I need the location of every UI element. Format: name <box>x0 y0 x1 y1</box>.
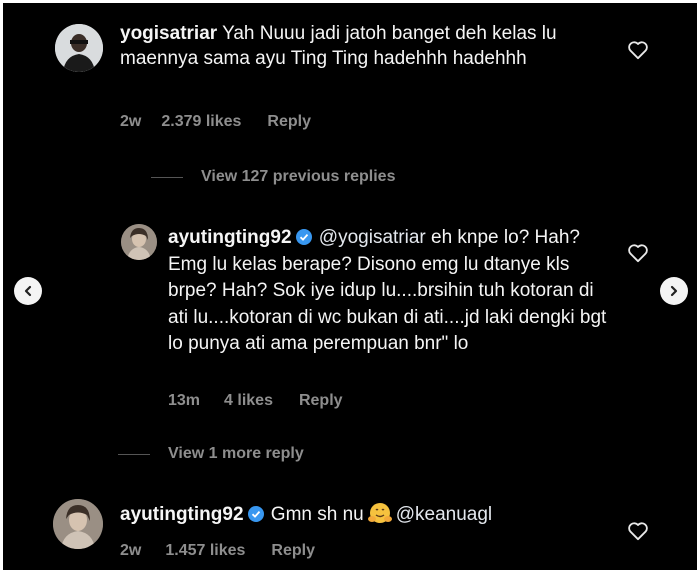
verified-badge-icon <box>295 229 312 245</box>
previous-slide-button[interactable] <box>14 277 42 305</box>
avatar[interactable] <box>55 24 103 72</box>
comment-meta: 13m 4 likes Reply <box>168 392 343 410</box>
comment-body: yogisatriar Yah Nuuu jadi jatoh banget d… <box>120 21 610 71</box>
reply-button[interactable]: Reply <box>267 113 311 131</box>
hugging-face-emoji-icon <box>367 503 392 523</box>
mention-link[interactable]: @keanuagl <box>396 504 492 525</box>
comment-body: ayutingting92 @yogisatriar eh knpe lo? H… <box>168 225 608 358</box>
reply-button[interactable]: Reply <box>271 542 315 560</box>
chevron-right-icon <box>670 285 678 297</box>
heart-icon[interactable] <box>627 243 649 263</box>
view-previous-replies[interactable]: View 127 previous replies <box>151 168 395 186</box>
comment-likes[interactable]: 1.457 likes <box>165 542 245 560</box>
comment-meta: 2w 2.379 likes Reply <box>120 113 311 131</box>
comment-time: 13m <box>168 392 201 409</box>
comment-likes[interactable]: 2.379 likes <box>161 113 241 131</box>
avatar[interactable] <box>121 224 157 260</box>
verified-badge-icon <box>247 506 264 522</box>
comment-meta: 2w 1.457 likes Reply <box>120 542 315 560</box>
comment-likes[interactable]: 4 likes <box>224 392 273 410</box>
view-previous-replies-label: View 127 previous replies <box>201 168 396 185</box>
comment-body: ayutingting92 Gmn sh nu @keanuagl <box>120 502 620 527</box>
comment-username[interactable]: yogisatriar <box>120 23 217 44</box>
heart-icon[interactable] <box>627 40 649 60</box>
next-slide-button[interactable] <box>660 277 688 305</box>
divider-line <box>151 176 183 178</box>
heart-icon[interactable] <box>627 521 649 541</box>
view-more-replies-label: View 1 more reply <box>168 445 304 462</box>
comment-username[interactable]: ayutingting92 <box>120 504 244 525</box>
comments-panel: yogisatriar Yah Nuuu jadi jatoh banget d… <box>3 3 697 570</box>
chevron-left-icon <box>24 285 32 297</box>
avatar[interactable] <box>53 499 103 549</box>
mention-link[interactable]: @yogisatriar <box>319 227 426 248</box>
comment-text: Gmn sh nu <box>270 504 364 525</box>
divider-line <box>118 453 150 455</box>
reply-button[interactable]: Reply <box>299 392 343 410</box>
view-more-replies[interactable]: View 1 more reply <box>118 445 304 463</box>
comment-time: 2w <box>120 542 142 559</box>
comment-username[interactable]: ayutingting92 <box>168 227 292 248</box>
comment-time: 2w <box>120 113 142 130</box>
